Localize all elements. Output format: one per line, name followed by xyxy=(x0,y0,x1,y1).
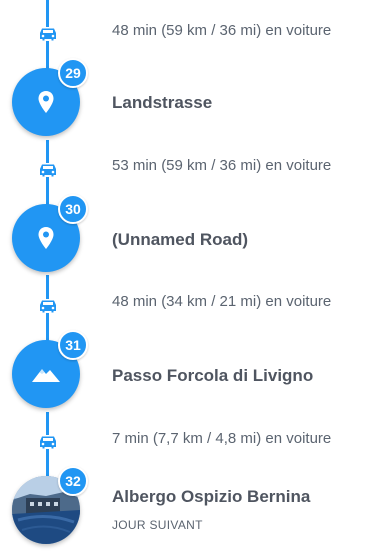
car-icon xyxy=(38,163,58,177)
stop-number-badge: 29 xyxy=(58,58,88,88)
stop-number-badge: 32 xyxy=(58,466,88,496)
mountain-icon xyxy=(32,369,60,382)
leg-duration-text: 48 min (59 km / 36 mi) en voiture xyxy=(112,22,332,39)
car-icon xyxy=(38,435,58,449)
leg-duration-text: 48 min (34 km / 21 mi) en voiture xyxy=(112,293,332,310)
stop-marker[interactable]: 29 xyxy=(12,58,88,136)
stop-number-badge: 31 xyxy=(58,330,88,360)
stop-marker[interactable]: 31 xyxy=(12,330,88,408)
itinerary-timeline: 48 min (59 km / 36 mi) en voiture 29 Lan… xyxy=(0,0,372,553)
map-pin-icon xyxy=(38,91,54,113)
car-icon xyxy=(38,299,58,313)
leg-duration-text: 7 min (7,7 km / 4,8 mi) en voiture xyxy=(112,430,332,447)
stop-number-badge: 30 xyxy=(58,194,88,224)
stop-name[interactable]: Passo Forcola di Livigno xyxy=(112,366,313,386)
stop-subtitle: JOUR SUIVANT xyxy=(112,518,203,532)
stop-marker[interactable]: 32 xyxy=(12,466,88,544)
stop-marker[interactable]: 30 xyxy=(12,194,88,272)
stop-name[interactable]: (Unnamed Road) xyxy=(112,230,248,250)
stop-name[interactable]: Landstrasse xyxy=(112,93,212,113)
car-icon xyxy=(38,27,58,41)
stop-name[interactable]: Albergo Ospizio Bernina xyxy=(112,487,310,507)
map-pin-icon xyxy=(38,227,54,249)
leg-duration-text: 53 min (59 km / 36 mi) en voiture xyxy=(112,157,332,174)
